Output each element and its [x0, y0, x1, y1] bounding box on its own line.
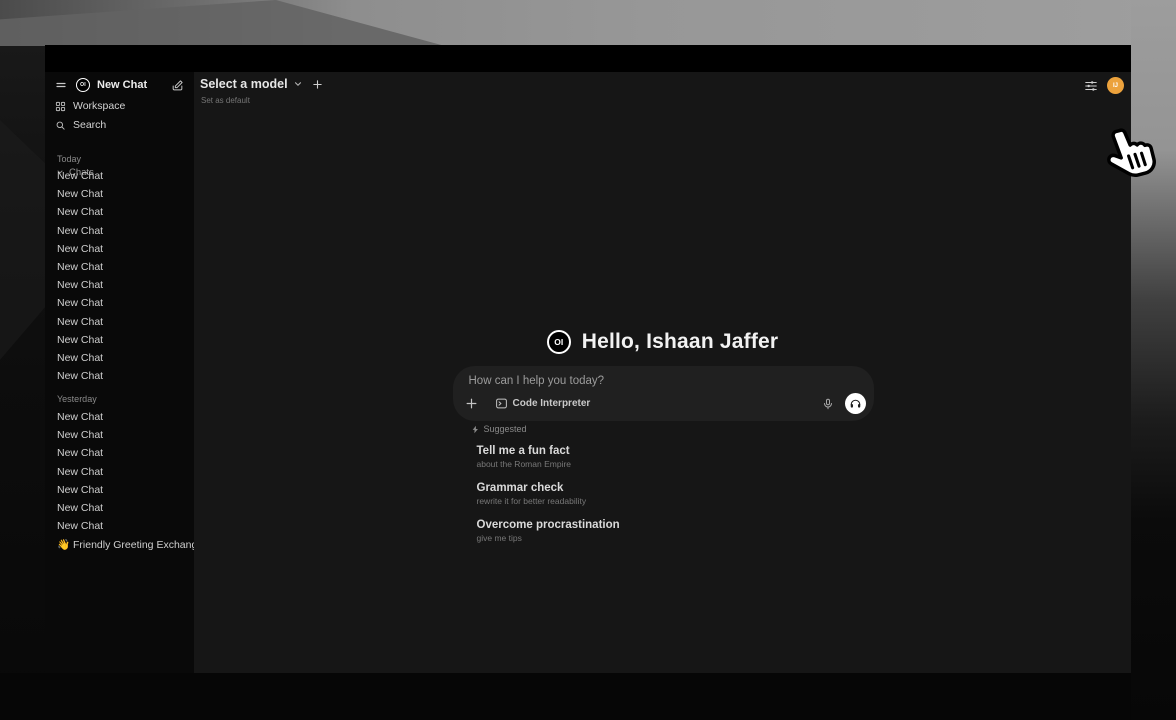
message-composer[interactable]: Code Interpreter — [453, 366, 874, 421]
chat-list-item[interactable]: New Chat — [45, 367, 194, 385]
header-right-controls: IJ — [1084, 77, 1124, 94]
suggested-prompt-subtitle: about the Roman Empire — [477, 459, 620, 470]
suggested-prompt-subtitle: give me tips — [477, 533, 620, 544]
app-titlebar — [45, 45, 1131, 72]
suggested-prompt-title: Tell me a fun fact — [477, 444, 620, 458]
new-chat-pencil-icon[interactable] — [171, 79, 184, 92]
sidebar-item-workspace[interactable]: Workspace — [45, 97, 194, 115]
mic-icon[interactable] — [822, 398, 834, 410]
suggested-prompts: Suggested Tell me a fun fact about the R… — [471, 423, 624, 546]
sidebar: OI New Chat Workspace Search — [45, 72, 194, 673]
desktop-wallpaper-bottom — [0, 673, 1131, 720]
suggested-prompt[interactable]: Tell me a fun fact about the Roman Empir… — [471, 442, 624, 472]
code-interpreter-toggle[interactable]: Code Interpreter — [495, 397, 591, 410]
section-label-today: Today — [57, 154, 81, 164]
suggested-label-row: Suggested — [471, 423, 624, 435]
suggested-prompt-subtitle: rewrite it for better readability — [477, 496, 620, 507]
chat-list-today: New Chat New Chat New Chat New Chat New … — [45, 167, 194, 385]
screen: OI New Chat Workspace Search — [0, 0, 1176, 720]
chat-list-yesterday: New Chat New Chat New Chat New Chat New … — [45, 408, 194, 554]
sidebar-header: OI New Chat — [45, 76, 194, 94]
chat-list-item[interactable]: New Chat — [45, 167, 194, 185]
chat-list-item[interactable]: New Chat — [45, 240, 194, 258]
add-model-plus-icon[interactable] — [312, 79, 323, 90]
chat-list-item[interactable]: New Chat — [45, 517, 194, 535]
section-label-yesterday: Yesterday — [57, 394, 97, 404]
chat-list-item[interactable]: New Chat — [45, 258, 194, 276]
chat-list-item-named[interactable]: 👋 Friendly Greeting Exchange — [45, 535, 194, 553]
suggested-prompt-title: Grammar check — [477, 481, 620, 495]
main-chat-area: Select a model Set as default IJ OI — [194, 72, 1131, 673]
chat-list-item[interactable]: New Chat — [45, 313, 194, 331]
chevron-down-icon — [293, 79, 303, 89]
headphones-icon — [849, 397, 862, 410]
suggested-prompt[interactable]: Overcome procrastination give me tips — [471, 516, 624, 546]
settings-sliders-icon[interactable] — [1084, 79, 1098, 93]
attach-plus-icon[interactable] — [465, 397, 478, 410]
sidebar-title: New Chat — [97, 79, 171, 91]
sidebar-item-search[interactable]: Search — [45, 116, 194, 134]
chat-list-item[interactable]: New Chat — [45, 331, 194, 349]
chat-list-item[interactable]: New Chat — [45, 185, 194, 203]
search-label: Search — [73, 119, 106, 131]
model-selector[interactable]: Select a model — [200, 77, 323, 91]
model-selector-label: Select a model — [200, 77, 288, 91]
workspace-grid-icon — [55, 101, 66, 112]
chat-list-item[interactable]: New Chat — [45, 444, 194, 462]
chat-list-item[interactable]: New Chat — [45, 294, 194, 312]
hamburger-icon[interactable] — [55, 79, 67, 91]
chat-list-item[interactable]: New Chat — [45, 481, 194, 499]
user-avatar[interactable]: IJ — [1107, 77, 1124, 94]
bolt-icon — [471, 425, 480, 434]
chat-list-item[interactable]: New Chat — [45, 408, 194, 426]
search-icon — [55, 120, 66, 131]
greeting-text: Hello, Ishaan Jaffer — [582, 330, 779, 354]
code-interpreter-label: Code Interpreter — [513, 398, 591, 409]
chat-list-item[interactable]: New Chat — [45, 426, 194, 444]
chat-list-item[interactable]: New Chat — [45, 349, 194, 367]
chat-list-item[interactable]: New Chat — [45, 499, 194, 517]
openwebui-app-window: OI New Chat Workspace Search — [45, 45, 1131, 673]
suggested-prompt-title: Overcome procrastination — [477, 518, 620, 532]
desktop-wallpaper-right — [1131, 0, 1176, 720]
chat-list-item[interactable]: New Chat — [45, 222, 194, 240]
chat-list-item[interactable]: New Chat — [45, 276, 194, 294]
voice-call-button[interactable] — [845, 393, 866, 414]
openwebui-logo: OI — [547, 330, 571, 354]
suggested-prompt[interactable]: Grammar check rewrite it for better read… — [471, 479, 624, 509]
code-interpreter-terminal-icon — [495, 397, 508, 410]
chat-list-item[interactable]: New Chat — [45, 463, 194, 481]
message-input[interactable] — [467, 374, 851, 388]
set-as-default-link[interactable]: Set as default — [201, 96, 250, 105]
suggested-label: Suggested — [484, 424, 527, 434]
composer-controls: Code Interpreter — [463, 393, 866, 414]
greeting-row: OI Hello, Ishaan Jaffer — [194, 330, 1131, 354]
workspace-label: Workspace — [73, 100, 125, 112]
openwebui-logo: OI — [76, 78, 90, 92]
chat-list-item[interactable]: New Chat — [45, 203, 194, 221]
